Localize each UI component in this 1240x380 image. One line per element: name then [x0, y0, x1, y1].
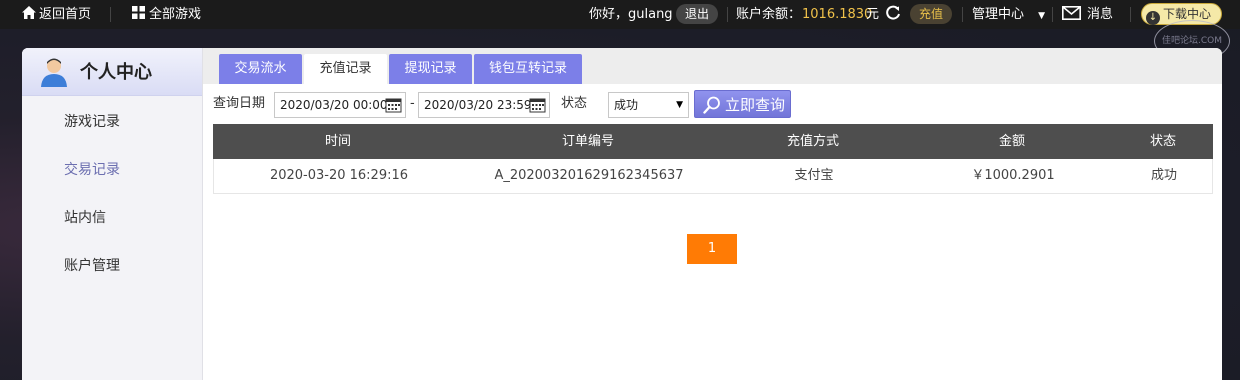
- column-header-amount: 金额: [998, 134, 1025, 149]
- messages-label: 消息: [1087, 7, 1114, 22]
- home-icon: [22, 6, 36, 19]
- start-date-input[interactable]: 2020/03/20 00:00: [274, 92, 406, 118]
- home-link[interactable]: 返回首页: [22, 0, 91, 29]
- sidebar-item-game-records[interactable]: 游戏记录: [64, 111, 120, 131]
- messages-link[interactable]: 消息: [1062, 0, 1113, 29]
- top-bar: 返回首页 全部游戏 你好，gulang 退出 账户余额： 1016.1830 元…: [0, 0, 1240, 29]
- watermark-text: 佳吧论坛.COM: [1162, 36, 1222, 46]
- search-icon: [703, 96, 720, 114]
- recharge-table: 时间 订单编号 充值方式 金额 状态 2020-03-20 16:29:16 A…: [213, 124, 1213, 194]
- calendar-icon: [529, 98, 546, 113]
- end-date-value: 2020/03/20 23:59: [424, 98, 532, 112]
- end-date-input[interactable]: 2020/03/20 23:59: [418, 92, 550, 118]
- content-area: 交易流水 充值记录 提现记录 钱包互转记录 查询日期 2020/03/20 00…: [203, 48, 1222, 380]
- column-header-status: 状态: [1149, 134, 1176, 149]
- sidebar: 个人中心 游戏记录 交易记录 站内信 账户管理: [22, 48, 203, 380]
- sidebar-item-transaction-records[interactable]: 交易记录: [64, 159, 120, 179]
- table-header: 时间 订单编号 充值方式 金额 状态: [213, 124, 1213, 159]
- mail-icon: [1062, 6, 1081, 20]
- status-select[interactable]: 成功 ▼: [608, 92, 689, 118]
- caret-down-icon: ▼: [1038, 11, 1046, 21]
- sidebar-header: 个人中心: [22, 48, 202, 96]
- cell-time: 2020-03-20 16:29:16: [269, 168, 409, 183]
- sidebar-item-inbox[interactable]: 站内信: [64, 207, 106, 227]
- divider: [110, 7, 111, 22]
- column-header-order-no: 订单编号: [561, 134, 614, 149]
- cell-amount: ￥1000.2901: [971, 168, 1055, 183]
- refresh-button[interactable]: [885, 0, 901, 29]
- all-games-label: 全部游戏: [149, 7, 202, 22]
- main-panel: 个人中心 游戏记录 交易记录 站内信 账户管理 交易流水 充值记录 提现记录 钱…: [22, 48, 1222, 380]
- grid-icon: [132, 6, 145, 19]
- date-label: 查询日期: [213, 96, 266, 111]
- cell-order-no: A_20200320162916234563​7: [494, 168, 684, 183]
- start-date-value: 2020/03/20 00:00: [280, 98, 388, 112]
- user-icon: [41, 58, 67, 87]
- recharge-button[interactable]: 充值: [910, 4, 953, 24]
- tab-transaction-flow[interactable]: 交易流水: [219, 54, 302, 84]
- divider: [1130, 7, 1131, 22]
- date-range-dash: -: [410, 96, 415, 111]
- tab-wallet-transfer-records[interactable]: 钱包互转记录: [474, 54, 582, 84]
- caret-down-icon: ▼: [676, 100, 683, 110]
- all-games-link[interactable]: 全部游戏: [132, 0, 201, 29]
- column-header-time: 时间: [324, 134, 351, 149]
- balance-unit: 元: [866, 7, 880, 22]
- balance-label: 账户余额：: [736, 7, 802, 22]
- tab-bar: 交易流水 充值记录 提现记录 钱包互转记录: [203, 48, 1222, 84]
- download-icon: ↓: [1146, 11, 1160, 25]
- divider: [1052, 7, 1053, 22]
- query-bar: 查询日期 2020/03/20 00:00 - 2020/03/20 23:59…: [203, 90, 1222, 118]
- balance-value: 1016.1830: [802, 7, 873, 22]
- query-button[interactable]: 立即查询: [694, 90, 791, 118]
- download-center-label: 下载中心: [1163, 7, 1212, 21]
- manage-center-label: 管理中心: [972, 7, 1025, 22]
- cell-method: 支付宝: [794, 168, 834, 183]
- divider: [962, 7, 963, 22]
- divider: [727, 7, 728, 22]
- logout-button[interactable]: 退出: [676, 4, 719, 24]
- refresh-icon: [886, 5, 900, 20]
- home-label: 返回首页: [39, 7, 92, 22]
- table-row: 2020-03-20 16:29:16 A_202003201629162345…: [213, 159, 1213, 194]
- sidebar-item-account-management[interactable]: 账户管理: [64, 255, 120, 275]
- cell-status: 成功: [1150, 168, 1177, 183]
- status-select-value: 成功: [614, 98, 639, 112]
- column-header-method: 充值方式: [786, 134, 839, 149]
- manage-center-menu[interactable]: 管理中心 ▼: [972, 0, 1045, 29]
- query-button-label: 立即查询: [725, 96, 786, 114]
- tab-recharge-records[interactable]: 充值记录: [304, 54, 387, 84]
- page-1-button[interactable]: 1: [687, 234, 737, 264]
- greeting: 你好，gulang: [589, 7, 673, 22]
- tab-withdraw-records[interactable]: 提现记录: [389, 54, 472, 84]
- calendar-icon: [385, 98, 402, 113]
- status-label: 状态: [561, 96, 588, 111]
- sidebar-title: 个人中心: [80, 62, 152, 83]
